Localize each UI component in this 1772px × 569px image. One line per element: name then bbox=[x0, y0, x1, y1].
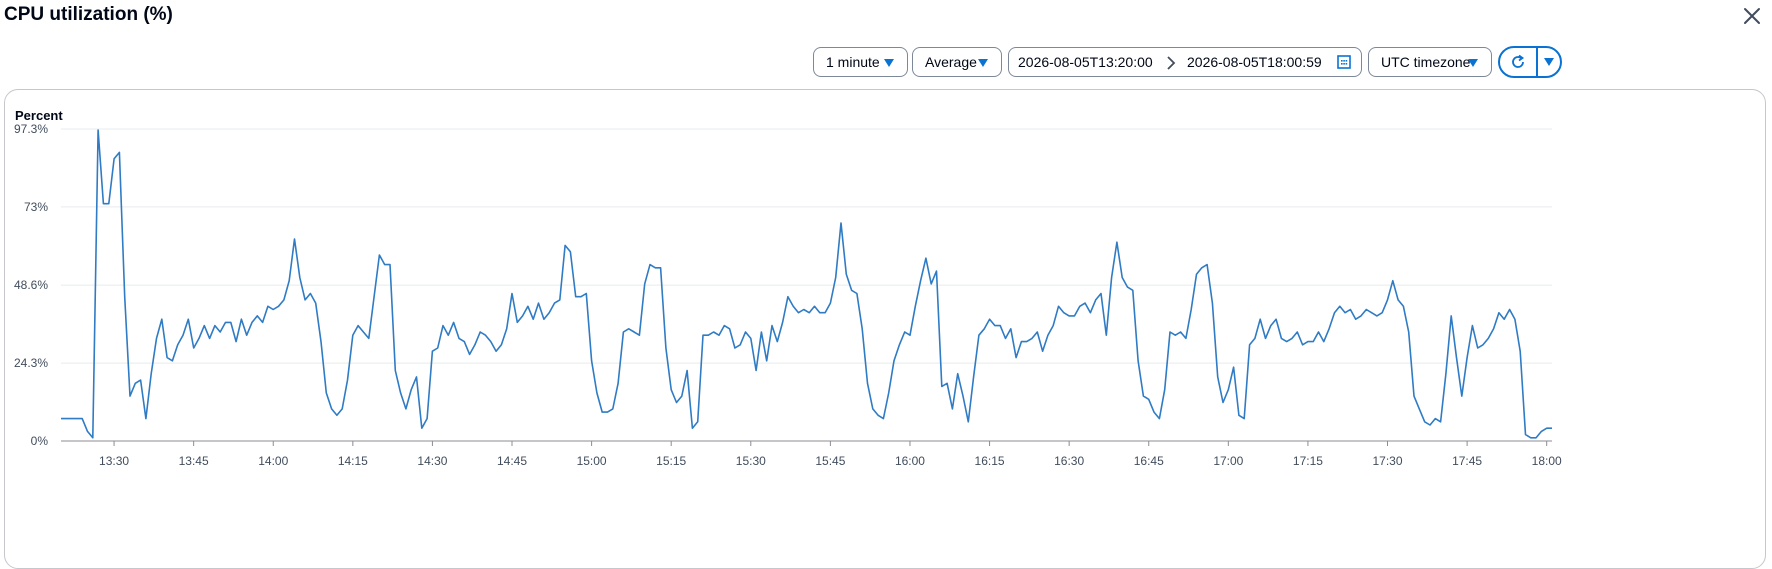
statistic-dropdown[interactable]: Average bbox=[912, 47, 1002, 77]
x-tick-label: 16:45 bbox=[1134, 454, 1164, 468]
refresh-button[interactable] bbox=[1500, 48, 1538, 76]
x-tick-label: 17:30 bbox=[1372, 454, 1402, 468]
x-tick-label: 14:00 bbox=[258, 454, 288, 468]
y-axis-ticks: 0% 24.3% 48.6% 73% 97.3% bbox=[14, 122, 48, 448]
range-end: 2026-08-05T18:00:59 bbox=[1187, 54, 1322, 70]
refresh-icon bbox=[1512, 54, 1525, 68]
page-title: CPU utilization (%) bbox=[4, 4, 173, 25]
period-value: 1 minute bbox=[826, 54, 880, 70]
cpu-line-chart: 0%24.3%48.6%73%97.3% Percent 13:30 13:45 1… bbox=[14, 108, 1562, 468]
x-tick-label: 16:15 bbox=[975, 454, 1005, 468]
x-tick-label: 13:45 bbox=[179, 454, 209, 468]
x-tick-label: 16:00 bbox=[895, 454, 925, 468]
grid-lines bbox=[61, 128, 1552, 442]
refresh-button-group bbox=[1498, 46, 1562, 78]
x-tick-label: 17:00 bbox=[1213, 454, 1243, 468]
timezone-value: UTC timezone bbox=[1381, 54, 1471, 70]
x-tick-label: 17:15 bbox=[1293, 454, 1323, 468]
x-tick-label: 14:15 bbox=[338, 454, 368, 468]
x-tick-label: 15:45 bbox=[815, 454, 845, 468]
calendar-icon[interactable] bbox=[1336, 54, 1352, 70]
range-start: 2026-08-05T13:20:00 bbox=[1018, 54, 1153, 70]
x-tick-label: 14:45 bbox=[497, 454, 527, 468]
chart-panel: 0% 24.3% 48.6% 73% 97.3% Percent 13:30 13:45 1… bbox=[4, 89, 1766, 569]
x-tick-label: 14:30 bbox=[417, 454, 447, 468]
x-tick-label: 15:00 bbox=[577, 454, 607, 468]
x-tick-label: 15:30 bbox=[736, 454, 766, 468]
refresh-options-button[interactable] bbox=[1538, 48, 1560, 76]
statistic-value: Average bbox=[925, 54, 977, 70]
y-tick-label: 97.3% bbox=[14, 122, 48, 136]
x-tick-label: 18:00 bbox=[1532, 454, 1562, 468]
caret-down-icon bbox=[1468, 59, 1478, 67]
period-dropdown[interactable]: 1 minute bbox=[813, 47, 908, 77]
caret-down-icon bbox=[978, 59, 988, 67]
y-tick-label: 24.3% bbox=[14, 356, 48, 370]
close-icon[interactable] bbox=[1740, 4, 1764, 28]
y-tick-label: 0% bbox=[31, 434, 49, 448]
x-tick-label: 15:15 bbox=[656, 454, 686, 468]
x-axis-ticks: 13:30 13:45 14:00 14:15 14:30 14:45 15:00 15:15… bbox=[99, 441, 1562, 468]
caret-down-icon bbox=[884, 59, 894, 67]
y-tick-label: 73% bbox=[24, 200, 48, 214]
x-tick-label: 16:30 bbox=[1054, 454, 1084, 468]
chevron-right-icon bbox=[1167, 56, 1176, 70]
timezone-dropdown[interactable]: UTC timezone bbox=[1368, 47, 1492, 77]
y-tick-label: 48.6% bbox=[14, 278, 48, 292]
x-tick-label: 13:30 bbox=[99, 454, 129, 468]
caret-down-icon bbox=[1544, 58, 1554, 66]
date-range-picker[interactable]: 2026-08-05T13:20:00 2026-08-05T18:00:59 bbox=[1008, 47, 1362, 77]
y-axis-label: Percent bbox=[15, 108, 63, 123]
cpu-series-line bbox=[61, 129, 1552, 439]
x-tick-label: 17:45 bbox=[1452, 454, 1482, 468]
